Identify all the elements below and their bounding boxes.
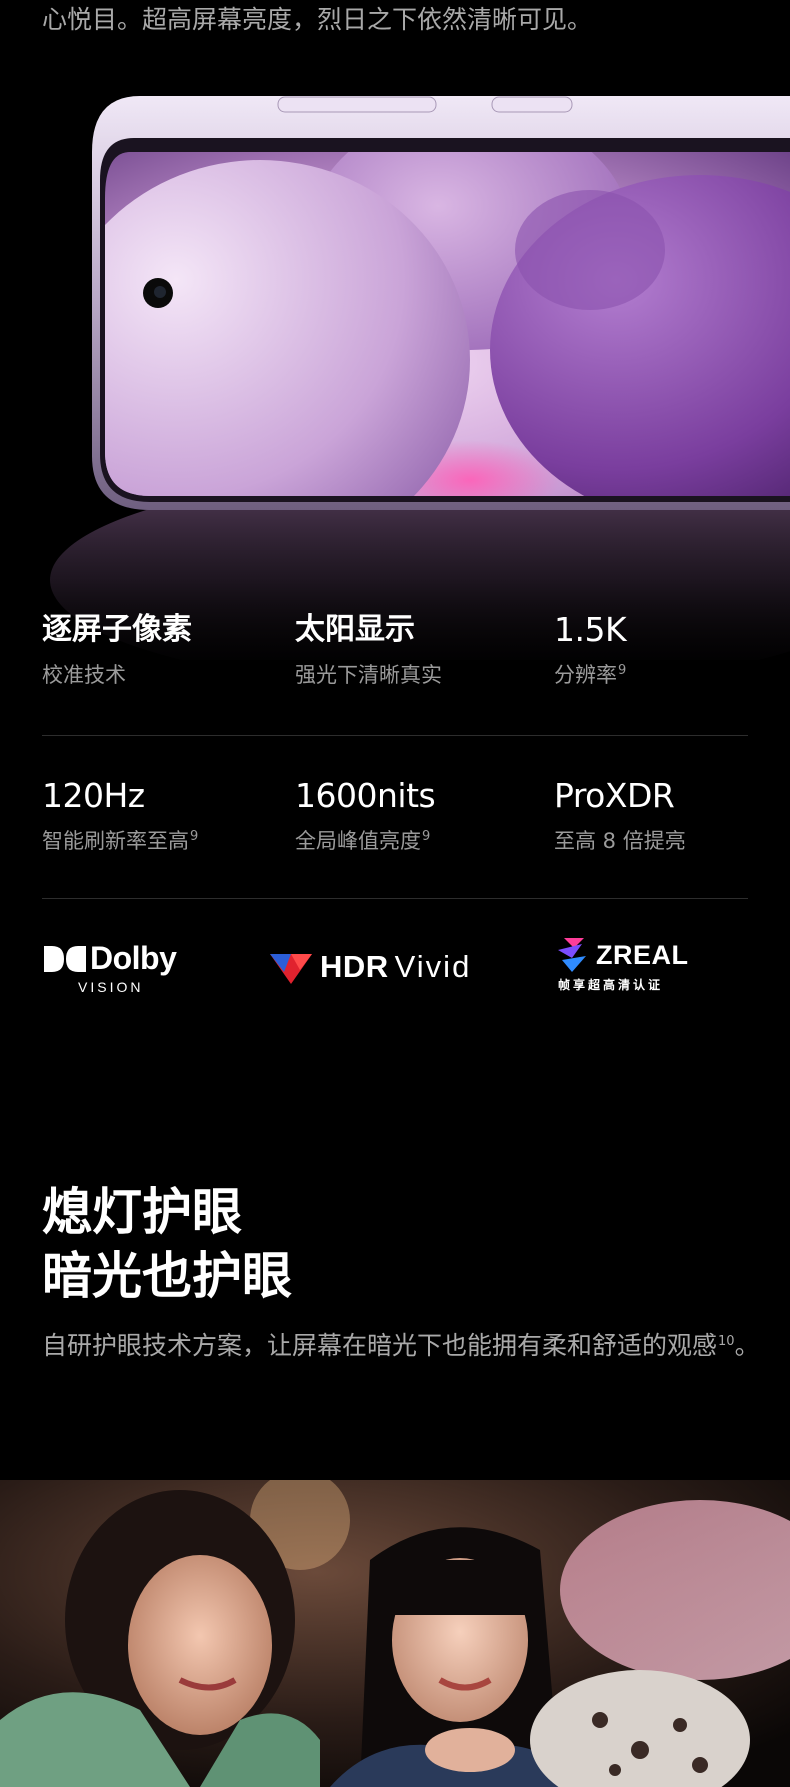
eye-title-line2: 暗光也护眼	[42, 1247, 292, 1305]
dolby-vision-logo: Dolby VISION	[44, 940, 194, 1000]
spec-sub-subpixel: 校准技术	[42, 663, 126, 687]
hdr-word: HDR	[320, 949, 389, 984]
spec-sub-sun-display: 强光下清晰真实	[295, 663, 442, 687]
zreal-word: ZREAL	[596, 939, 689, 970]
spec-title-resolution: 1.5K	[554, 610, 627, 649]
footnote-10: 10	[718, 1334, 735, 1349]
divider	[42, 898, 748, 899]
footnote-9: 9	[422, 829, 431, 844]
hdr-vivid-logo: HDR Vivid	[270, 947, 471, 987]
zreal-sub: 帧享超高清认证	[558, 978, 664, 992]
phone-hero-image	[0, 60, 790, 660]
footnote-9: 9	[618, 663, 627, 678]
spec-sub-refresh: 智能刷新率至高9	[42, 829, 199, 853]
spec-title-refresh: 120Hz	[42, 776, 145, 815]
dolby-icon	[44, 945, 86, 972]
lifestyle-photo	[0, 1480, 790, 1787]
zreal-icon	[558, 938, 586, 972]
spec-title-brightness: 1600nits	[295, 776, 436, 815]
spec-sub-brightness: 全局峰值亮度9	[295, 829, 431, 853]
dolby-word: Dolby	[90, 940, 177, 976]
eye-care-description: 自研护眼技术方案，让屏幕在暗光下也能拥有柔和舒适的观感10。	[42, 1331, 760, 1360]
hdr-vivid-icon	[270, 954, 312, 984]
spec-sub-proxdr: 至高 8 倍提亮	[554, 829, 686, 853]
intro-text: 心悦目。超高屏幕亮度，烈日之下依然清晰可见。	[42, 5, 593, 34]
eye-title-line1: 熄灯护眼	[42, 1183, 242, 1241]
eye-care-title: 熄灯护眼 暗光也护眼	[42, 1180, 292, 1308]
dolby-vision-text: VISION	[78, 979, 144, 995]
spec-title-proxdr: ProXDR	[554, 776, 675, 815]
footnote-9: 9	[190, 829, 199, 844]
spec-title-subpixel: 逐屏子像素	[42, 612, 192, 647]
spec-title-sun-display: 太阳显示	[295, 612, 415, 647]
spec-sub-resolution: 分辨率9	[554, 663, 627, 687]
vivid-word: Vivid	[394, 949, 472, 984]
zreal-logo: ZREAL 帧享超高清认证	[558, 938, 718, 1000]
divider	[42, 735, 748, 736]
